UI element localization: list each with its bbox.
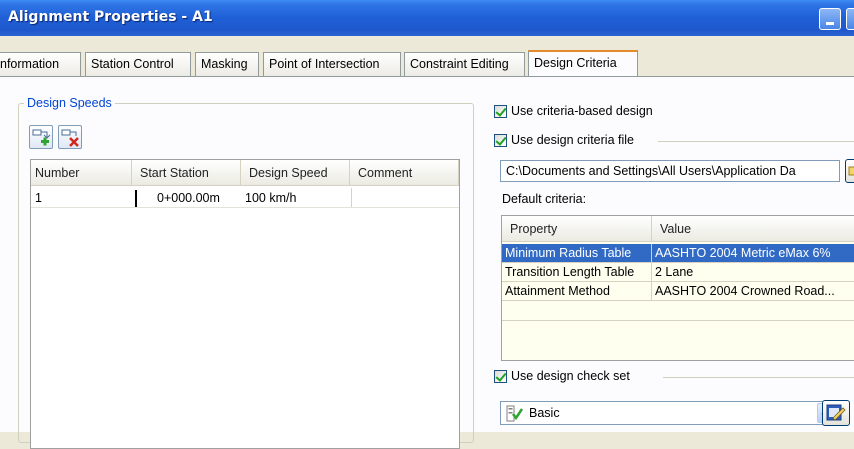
folder-icon [848, 166, 854, 176]
window-title: Alignment Properties - A1 [8, 9, 213, 25]
use-criteria-based-checkbox[interactable] [494, 105, 507, 118]
tab-masking[interactable]: Masking [195, 52, 259, 76]
column-header[interactable]: Value [652, 216, 854, 242]
cell-value: AASHTO 2004 Crowned Road... [652, 282, 854, 301]
separator-line [658, 141, 854, 142]
default-criteria-label: Default criteria: [502, 192, 587, 206]
tab-strip: nformation Station Control Masking Point… [0, 50, 854, 78]
table-row[interactable]: Transition Length Table 2 Lane [502, 263, 854, 282]
design-speeds-legend: Design Speeds [24, 96, 115, 110]
cell-value: 2 Lane [652, 263, 854, 282]
check-set-icon [506, 405, 524, 422]
cell-value: AASHTO 2004 Metric eMax 6% [652, 244, 854, 263]
tab-station-control[interactable]: Station Control [85, 52, 191, 76]
tab-label: Masking [201, 57, 248, 71]
tab-constraint-editing[interactable]: Constraint Editing [404, 52, 525, 76]
add-row-icon [32, 129, 51, 146]
separator-line [663, 377, 854, 378]
edit-icon [826, 404, 846, 421]
use-criteria-file-label: Use design criteria file [511, 133, 634, 147]
column-header[interactable]: Start Station [132, 160, 241, 186]
table-header: Property Value [502, 216, 854, 242]
row-divider [31, 207, 459, 208]
cell-design-speed[interactable]: 100 km/h [241, 189, 350, 207]
cell-number[interactable]: 1 [31, 189, 132, 207]
delete-row-icon [61, 129, 79, 147]
tab-label: Point of Intersection [269, 57, 380, 71]
text-caret [135, 190, 137, 207]
edit-check-set-button[interactable] [822, 400, 850, 426]
use-check-set-checkbox[interactable] [494, 370, 507, 383]
grid-header: Number Start Station Design Speed Commen… [31, 160, 459, 186]
title-bar: Alignment Properties - A1 [0, 0, 854, 36]
cell-start-station[interactable]: 0+000.00m [142, 189, 241, 207]
cell-property: Transition Length Table [502, 263, 652, 282]
cell-comment[interactable] [350, 189, 459, 207]
tab-design-criteria[interactable]: Design Criteria [528, 50, 638, 78]
cell-property: Minimum Radius Table [502, 244, 652, 263]
cell-divider [351, 188, 352, 207]
cell-property: Attainment Method [502, 282, 652, 301]
tab-label: Station Control [91, 57, 174, 71]
use-criteria-based-label: Use criteria-based design [511, 104, 653, 118]
column-header[interactable]: Comment [350, 160, 459, 186]
tab-label: nformation [0, 57, 60, 71]
tab-label: Design Criteria [534, 56, 617, 70]
row-divider [502, 320, 854, 321]
column-header[interactable]: Number [31, 160, 132, 186]
browse-file-button[interactable] [845, 159, 854, 183]
tab-label: Constraint Editing [410, 57, 509, 71]
criteria-file-path-input[interactable]: C:\Documents and Settings\All Users\Appl… [500, 160, 840, 182]
design-speeds-grid[interactable]: Number Start Station Design Speed Commen… [30, 159, 460, 449]
column-header[interactable]: Property [502, 216, 652, 242]
use-check-set-label: Use design check set [511, 369, 630, 383]
tab-information[interactable]: nformation [0, 52, 81, 76]
default-criteria-table[interactable]: Property Value Minimum Radius Table AASH… [501, 215, 854, 361]
check-set-selected: Basic [529, 406, 560, 420]
table-row[interactable]: Attainment Method AASHTO 2004 Crowned Ro… [502, 282, 854, 301]
column-header[interactable]: Design Speed [241, 160, 350, 186]
use-criteria-file-checkbox[interactable] [494, 134, 507, 147]
tab-point-of-intersection[interactable]: Point of Intersection [263, 52, 401, 76]
minimize-button[interactable] [819, 8, 841, 30]
table-row[interactable]: Minimum Radius Table AASHTO 2004 Metric … [502, 244, 854, 263]
add-speed-button[interactable] [29, 125, 53, 149]
check-set-dropdown[interactable]: Basic [500, 401, 840, 425]
maximize-button[interactable] [846, 8, 854, 30]
delete-speed-button[interactable] [58, 125, 82, 149]
